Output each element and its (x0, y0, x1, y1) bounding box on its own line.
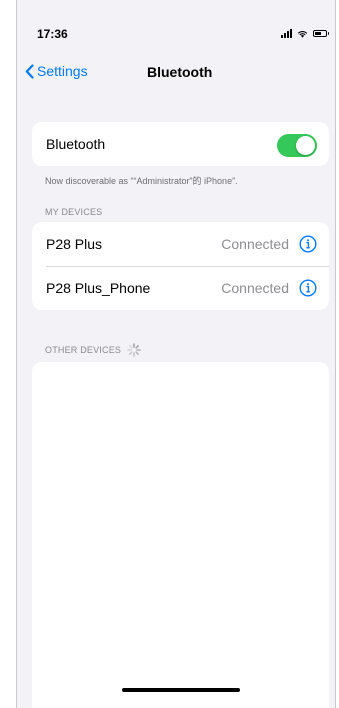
back-button[interactable]: Settings (25, 63, 88, 79)
other-devices-header: OTHER DEVICES (45, 343, 141, 357)
device-row-p28-plus-phone[interactable]: P28 Plus_Phone Connected (32, 266, 329, 310)
other-devices-label: OTHER DEVICES (45, 345, 122, 355)
back-button-label: Settings (37, 63, 88, 79)
bluetooth-label: Bluetooth (46, 136, 106, 152)
wifi-icon (297, 30, 308, 38)
device-status: Connected (221, 236, 289, 252)
toggle-knob (296, 136, 315, 155)
discoverable-note: Now discoverable as ““Administrator”的 iP… (45, 176, 238, 186)
status-time: 17:36 (37, 27, 68, 41)
status-bar: 17:36 (17, 0, 335, 44)
home-indicator[interactable] (122, 688, 240, 692)
my-devices-list: P28 Plus Connected P28 Plus_Phone Connec… (32, 222, 329, 310)
device-name: P28 Plus_Phone (46, 280, 151, 296)
info-icon[interactable] (299, 235, 317, 253)
status-icons (281, 27, 329, 39)
phone-screen: 17:36 Settings Bluetooth Bluetooth Now d… (16, 0, 336, 708)
device-name: P28 Plus (46, 236, 103, 252)
navigation-bar: Settings Bluetooth (17, 58, 335, 88)
cellular-signal-icon (281, 28, 292, 38)
loading-spinner-icon (127, 343, 141, 357)
my-devices-header: MY DEVICES (45, 207, 103, 217)
bluetooth-toggle[interactable] (277, 134, 317, 157)
device-row-p28-plus[interactable]: P28 Plus Connected (32, 222, 329, 266)
device-status: Connected (221, 280, 289, 296)
other-devices-list (32, 362, 329, 708)
info-icon[interactable] (299, 279, 317, 297)
bluetooth-toggle-card: Bluetooth (32, 122, 329, 166)
chevron-left-icon (25, 63, 34, 79)
bluetooth-row: Bluetooth (32, 122, 329, 166)
page-title: Bluetooth (147, 64, 213, 80)
battery-icon (313, 29, 329, 37)
